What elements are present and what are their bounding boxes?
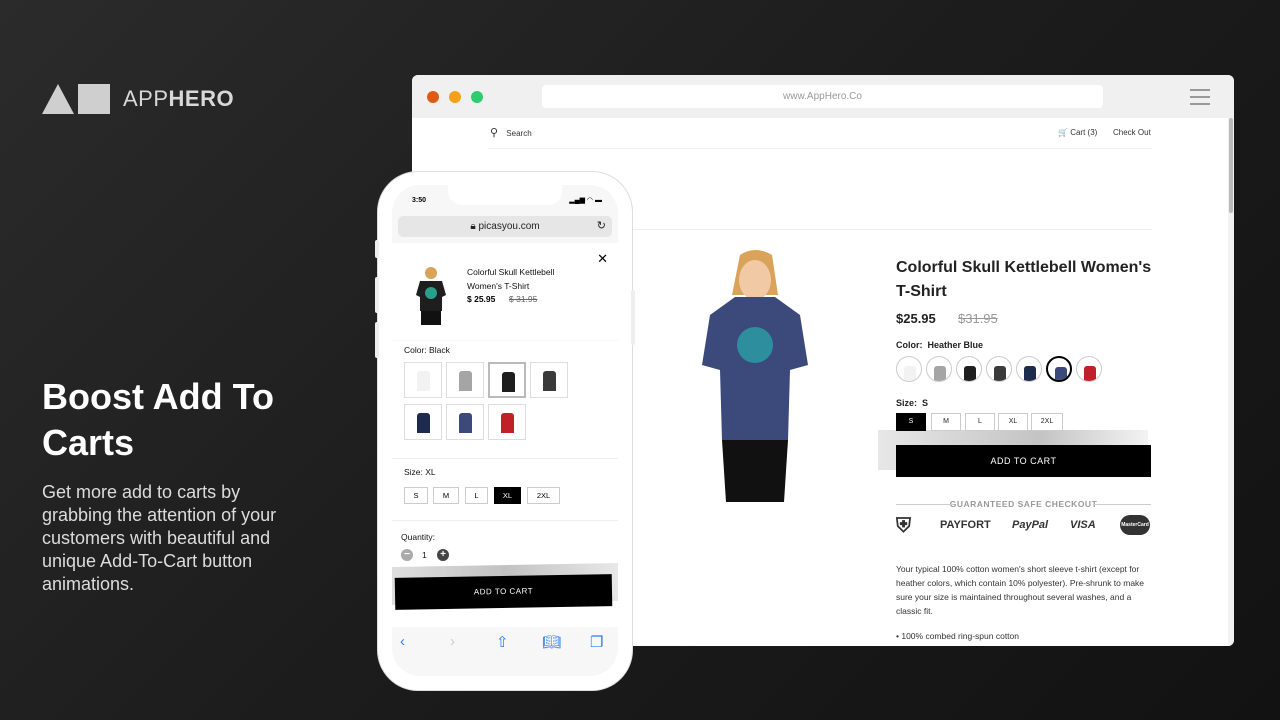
cart-icon: 🛒 [1058, 128, 1068, 137]
bookmarks-icon[interactable]: 📖︎ [542, 633, 561, 651]
shirt-thumbnail [459, 413, 472, 433]
shirt-thumbnail [417, 413, 430, 433]
signal-wifi-battery-icon: ▂▄▆ ◠ ▬ [569, 197, 602, 204]
add-to-cart-button[interactable]: ADD TO CART [896, 445, 1151, 477]
secure-shield-icon: ⛨ [896, 515, 911, 537]
shirt-thumbnail [1024, 366, 1036, 381]
cart-popup: Colorful Skull Kettlebell Women's T-Shir… [392, 243, 618, 340]
product-title: Colorful Skull Kettlebell Women's T-Shir… [896, 259, 1152, 300]
size-option[interactable]: XL [998, 413, 1028, 431]
increase-quantity-button[interactable]: + [437, 549, 449, 561]
phone-notch [448, 185, 562, 205]
triangle-logo-mark [42, 84, 74, 114]
color-swatch[interactable] [986, 356, 1012, 382]
guarantee-heading: GUARANTEED SAFE CHECKOUT [896, 499, 1151, 509]
square-logo-mark [78, 84, 110, 114]
search-icon: ⚲ [490, 127, 499, 139]
minimize-window-button[interactable] [449, 91, 461, 103]
color-thumb[interactable] [488, 404, 526, 440]
size-option[interactable]: M [931, 413, 961, 431]
browser-toolbar: www.AppHero.Co [412, 75, 1234, 118]
product-price: $25.95 [896, 311, 936, 326]
status-time: 3:50 [412, 197, 427, 204]
logo-text: APPHERO [123, 86, 235, 111]
color-thumb[interactable] [446, 404, 484, 440]
back-icon[interactable]: ‹ [400, 633, 405, 650]
forward-icon[interactable]: › [450, 633, 455, 650]
apphero-logo: APPHERO [42, 84, 234, 114]
popup-product-image [416, 267, 446, 325]
shirt-thumbnail [1084, 366, 1096, 381]
color-swatch[interactable] [1016, 356, 1042, 382]
color-swatch[interactable] [926, 356, 952, 382]
phone-mockup: 3:50 ▂▄▆ ◠ ▬ 🔒︎ picasyou.com ↻ Colorful S… [375, 172, 635, 690]
size-option[interactable]: 2XL [1031, 413, 1063, 431]
close-window-button[interactable] [427, 91, 439, 103]
popup-product-title: Colorful Skull Kettlebell Women's T-Shir… [467, 267, 555, 291]
product-description: Your typical 100% cotton women's short s… [896, 564, 1145, 616]
size-option[interactable]: S [896, 413, 926, 431]
mobile-size-option[interactable]: M [433, 487, 459, 504]
payfort-logo: PAYFORT [940, 519, 991, 531]
color-thumb[interactable] [488, 362, 526, 398]
color-swatch[interactable] [896, 356, 922, 382]
shirt-thumbnail [904, 366, 916, 381]
mobile-add-to-cart-button[interactable]: ADD TO CART [394, 574, 613, 610]
shirt-thumbnail [502, 372, 515, 392]
popup-price: $ 25.95 [467, 294, 496, 304]
divider [488, 148, 1152, 149]
color-label: Color: Heather Blue [896, 340, 984, 350]
product-image [702, 250, 808, 502]
color-swatch[interactable] [956, 356, 982, 382]
scrollbar[interactable] [1228, 118, 1234, 646]
mastercard-logo: MasterCard [1120, 515, 1150, 535]
product-old-price: $31.95 [958, 311, 998, 326]
color-thumb[interactable] [404, 362, 442, 398]
color-swatch[interactable] [1076, 356, 1102, 382]
mobile-color-label: Color: Black [404, 345, 450, 355]
shirt-thumbnail [934, 366, 946, 381]
close-icon[interactable]: ✕ [597, 251, 608, 267]
cart-link[interactable]: 🛒 Cart (3) [1058, 128, 1097, 137]
safari-toolbar: ‹ › ⇧ 📖︎ ❐ [392, 627, 618, 676]
color-thumb[interactable] [404, 404, 442, 440]
color-swatch[interactable] [1046, 356, 1072, 382]
tabs-icon[interactable]: ❐ [590, 633, 603, 651]
lock-icon: 🔒︎ [470, 221, 476, 232]
maximize-window-button[interactable] [471, 91, 483, 103]
mobile-address-bar[interactable]: 🔒︎ picasyou.com ↻ [398, 216, 612, 237]
shirt-thumbnail [501, 413, 514, 433]
mobile-size-option[interactable]: XL [494, 487, 521, 504]
mobile-size-label: Size: XL [404, 467, 436, 477]
shirt-thumbnail [459, 371, 472, 391]
visa-logo: VISA [1070, 519, 1096, 531]
checkout-link[interactable]: Check Out [1113, 128, 1151, 137]
size-option[interactable]: L [965, 413, 995, 431]
reload-icon[interactable]: ↻ [597, 216, 606, 237]
shirt-thumbnail [417, 371, 430, 391]
mobile-size-option[interactable]: S [404, 487, 428, 504]
size-label: Size: S [896, 398, 929, 408]
product-bullet: • 100% combed ring-spun cotton [896, 631, 1019, 641]
popup-old-price: $ 31.95 [509, 294, 538, 304]
quantity-label: Quantity: [401, 532, 436, 542]
shirt-thumbnail [543, 371, 556, 391]
shirt-thumbnail [1055, 367, 1067, 380]
address-bar[interactable]: www.AppHero.Co [542, 85, 1103, 108]
promo-body: Get more add to carts by grabbing the at… [42, 482, 277, 594]
promo-headline: Boost Add To Carts [42, 376, 274, 463]
quantity-value: 1 [422, 550, 427, 560]
share-icon[interactable]: ⇧ [496, 633, 509, 651]
store-search[interactable]: ⚲ Search [490, 126, 532, 139]
mobile-size-option[interactable]: L [465, 487, 488, 504]
shirt-thumbnail [964, 366, 976, 381]
paypal-logo: PayPal [1012, 519, 1049, 531]
decrease-quantity-button[interactable]: − [401, 549, 413, 561]
color-thumb[interactable] [530, 362, 568, 398]
color-thumb[interactable] [446, 362, 484, 398]
shirt-thumbnail [994, 366, 1006, 381]
mobile-size-option[interactable]: 2XL [527, 487, 560, 504]
phone-screen: 3:50 ▂▄▆ ◠ ▬ 🔒︎ picasyou.com ↻ Colorful S… [392, 185, 618, 676]
